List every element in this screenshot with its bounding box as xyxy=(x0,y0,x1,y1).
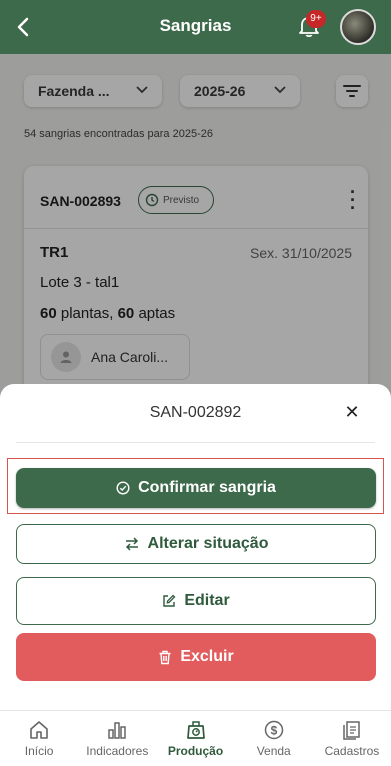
swap-icon xyxy=(125,537,138,551)
documents-icon xyxy=(343,721,360,740)
alter-status-button[interactable]: Alterar situação xyxy=(16,524,376,564)
confirm-sangria-button[interactable]: Confirmar sangria xyxy=(16,468,376,508)
tab-label: Indicadores xyxy=(86,744,149,758)
tab-inicio[interactable]: Início xyxy=(0,711,78,766)
edit-label: Editar xyxy=(184,592,230,609)
confirm-label: Confirmar sangria xyxy=(138,479,276,496)
tab-producao[interactable]: Produção xyxy=(156,711,234,766)
tab-label: Cadastros xyxy=(324,744,380,758)
home-icon xyxy=(30,721,48,739)
bottom-tab-bar: Início Indicadores Produção $ Venda Cada… xyxy=(0,710,391,766)
tab-indicadores[interactable]: Indicadores xyxy=(78,711,156,766)
alter-label: Alterar situação xyxy=(147,535,269,552)
bar-chart-icon xyxy=(108,722,127,739)
user-avatar[interactable] xyxy=(340,9,376,45)
tab-venda[interactable]: $ Venda xyxy=(235,711,313,766)
action-sheet: SAN-002892 ✕ Confirmar sangria Alterar s… xyxy=(0,384,391,710)
trash-icon xyxy=(159,650,171,664)
tab-label: Início xyxy=(24,744,54,758)
close-icon[interactable]: ✕ xyxy=(342,402,362,422)
scale-icon xyxy=(186,721,205,739)
app-header: Sangrias 9+ xyxy=(0,0,391,54)
delete-button[interactable]: Excluir xyxy=(16,633,376,681)
back-arrow-icon[interactable] xyxy=(12,13,36,41)
sheet-divider xyxy=(16,442,375,443)
delete-label: Excluir xyxy=(180,648,234,665)
tab-label: Produção xyxy=(167,744,224,758)
notification-badge: 9+ xyxy=(306,10,326,28)
sheet-title: SAN-002892 xyxy=(149,404,242,421)
tab-label: Venda xyxy=(256,744,291,758)
tab-cadastros[interactable]: Cadastros xyxy=(313,711,391,766)
edit-button[interactable]: Editar xyxy=(16,577,376,625)
dollar-icon: $ xyxy=(264,720,283,740)
svg-text:$: $ xyxy=(270,724,277,738)
page-title: Sangrias xyxy=(159,16,232,35)
edit-icon xyxy=(163,594,176,607)
check-circle-icon xyxy=(116,481,130,495)
